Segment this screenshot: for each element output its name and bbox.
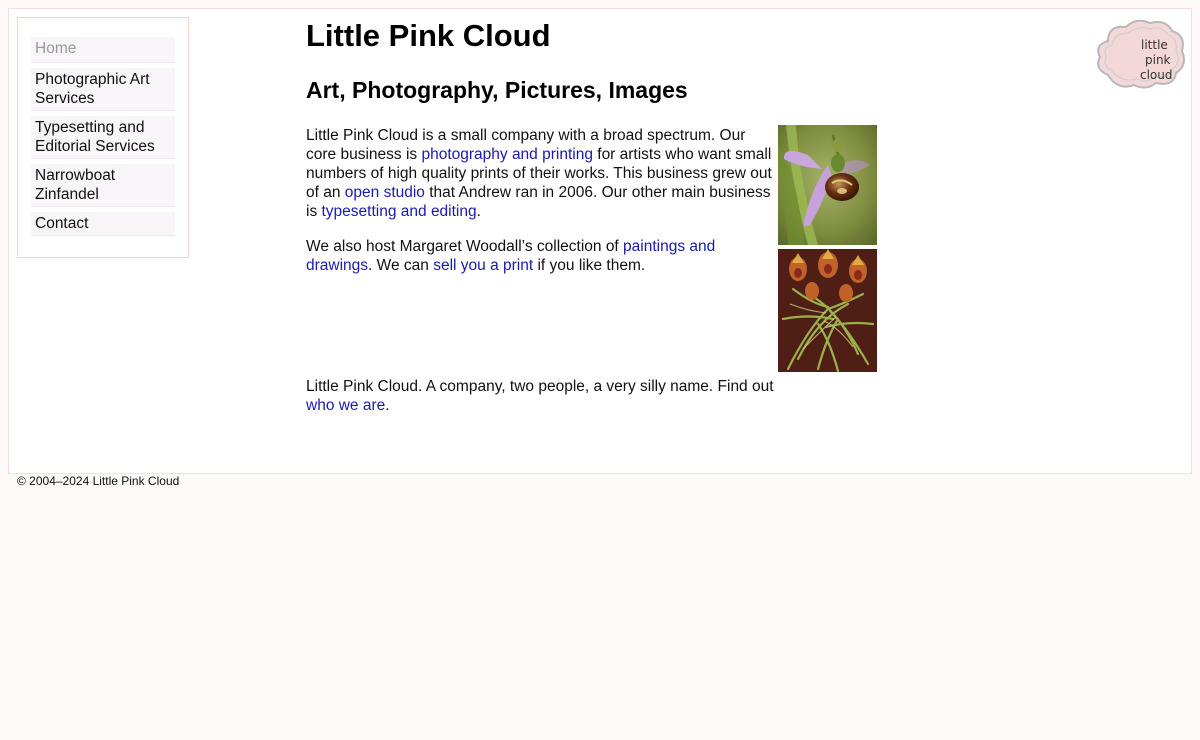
logo[interactable]: little pink cloud	[1094, 17, 1186, 89]
nav-item-contact[interactable]: Contact	[31, 212, 175, 236]
fritillary-painting[interactable]	[778, 249, 877, 372]
intro-text-4: .	[476, 203, 481, 220]
page-title: Little Pink Cloud	[306, 18, 551, 53]
collection-text-3: if you like them.	[533, 257, 646, 274]
logo-text-line2: pink	[1145, 53, 1171, 67]
about-text-2: .	[385, 397, 390, 414]
fritillary-painting-image	[778, 249, 877, 372]
about-text-1: Little Pink Cloud. A company, two people…	[306, 378, 774, 395]
nav-item-narrowboat-zinfandel[interactable]: Narrowboat Zinfandel	[31, 164, 175, 207]
bee-orchid-photo[interactable]	[778, 125, 877, 245]
collection-text-1: We also host Margaret Woodall’s collecti…	[306, 238, 624, 255]
logo-text-line3: cloud	[1140, 68, 1173, 82]
nav-item-typesetting-editorial[interactable]: Typesetting and Editorial Services	[31, 116, 175, 159]
photography-printing-link[interactable]: photography and printing	[421, 146, 593, 163]
nav-item-home[interactable]: Home	[31, 37, 175, 63]
bee-orchid-image	[778, 125, 877, 245]
page-subtitle: Art, Photography, Pictures, Images	[306, 77, 688, 103]
about-paragraph: Little Pink Cloud. A company, two people…	[306, 377, 796, 415]
footer-copyright: © 2004–2024 Little Pink Cloud	[17, 474, 180, 488]
collection-paragraph: We also host Margaret Woodall’s collecti…	[306, 237, 746, 275]
typesetting-editing-link[interactable]: typesetting and editing	[322, 203, 477, 220]
logo-text-line1: little	[1141, 38, 1168, 52]
who-we-are-link[interactable]: who we are	[306, 397, 385, 414]
sell-print-link[interactable]: sell you a print	[433, 257, 533, 274]
open-studio-link[interactable]: open studio	[345, 184, 425, 201]
collection-text-2: . We can	[368, 257, 434, 274]
sidebar: Home Photographic Art Services Typesetti…	[17, 17, 189, 258]
nav-item-photographic-art-services[interactable]: Photographic Art Services	[31, 68, 175, 111]
intro-paragraph: Little Pink Cloud is a small company wit…	[306, 126, 776, 221]
page-frame: Home Photographic Art Services Typesetti…	[8, 8, 1192, 474]
main-nav: Home Photographic Art Services Typesetti…	[31, 37, 175, 241]
